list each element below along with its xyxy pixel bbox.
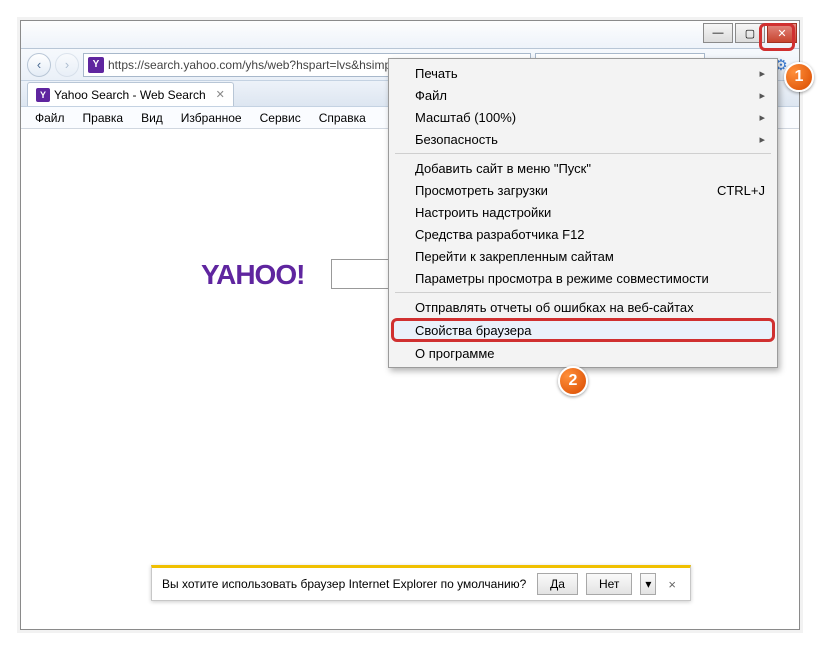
menu-file[interactable]: Файл [27,109,73,127]
menu-item-label: Файл [415,88,447,103]
menu-item-label: Параметры просмотра в режиме совместимос… [415,271,709,286]
menu-item[interactable]: Настроить надстройки [391,201,775,223]
menu-item[interactable]: Добавить сайт в меню "Пуск" [391,157,775,179]
prompt-no-button[interactable]: Нет [586,573,632,595]
menu-separator [395,292,771,293]
menu-item[interactable]: Безопасность [391,128,775,150]
menu-item[interactable]: О программе [391,342,775,364]
forward-button[interactable]: › [55,53,79,77]
titlebar: — ▢ ✕ [21,21,799,49]
menu-tools[interactable]: Сервис [252,109,309,127]
menu-item[interactable]: Файл [391,84,775,106]
tab-active[interactable]: Y Yahoo Search - Web Search ✕ [27,82,234,106]
menu-edit[interactable]: Правка [75,109,132,127]
menu-help[interactable]: Справка [311,109,374,127]
prompt-yes-button[interactable]: Да [537,573,578,595]
callout-badge-2: 2 [558,366,588,396]
menu-item[interactable]: Параметры просмотра в режиме совместимос… [391,267,775,289]
yahoo-logo: YAHOO! [201,259,304,291]
menu-item-label: Средства разработчика F12 [415,227,585,242]
menu-item-label: Добавить сайт в меню "Пуск" [415,161,591,176]
menu-item-label: Отправлять отчеты об ошибках на веб-сайт… [415,300,694,315]
menu-item-label: О программе [415,346,495,361]
menu-item-label: Настроить надстройки [415,205,551,220]
menu-item[interactable]: Печать [391,62,775,84]
menu-item-label: Масштаб (100%) [415,110,516,125]
callout-badge-1: 1 [784,62,814,92]
prompt-message: Вы хотите использовать браузер Internet … [162,577,529,591]
prompt-dropdown-button[interactable]: ▾ [640,573,656,595]
menu-item[interactable]: Отправлять отчеты об ошибках на веб-сайт… [391,296,775,318]
minimize-button[interactable]: — [703,23,733,43]
menu-item-label: Просмотреть загрузки [415,183,548,198]
menu-item-label: Печать [415,66,458,81]
tab-close-icon[interactable]: ✕ [216,88,225,101]
menu-item[interactable]: Масштаб (100%) [391,106,775,128]
menu-item-label: Свойства браузера [415,323,531,338]
menu-item[interactable]: Средства разработчика F12 [391,223,775,245]
site-favicon: Y [88,57,104,73]
prompt-close-icon[interactable]: × [664,577,680,592]
menu-item-label: Безопасность [415,132,498,147]
menu-separator [395,153,771,154]
back-button[interactable]: ‹ [27,53,51,77]
menu-item-label: Перейти к закрепленным сайтам [415,249,614,264]
menu-item[interactable]: Перейти к закрепленным сайтам [391,245,775,267]
menu-item-shortcut: CTRL+J [717,183,765,198]
tools-menu: Печать Файл Масштаб (100%) Безопасность Доба… [388,58,778,368]
menu-item[interactable]: Просмотреть загрузки CTRL+J [391,179,775,201]
menu-favorites[interactable]: Избранное [173,109,250,127]
callout-highlight-1 [759,23,795,51]
menu-item[interactable]: Свойства браузера [391,318,775,342]
tab-title: Yahoo Search - Web Search [54,88,206,102]
default-browser-prompt: Вы хотите использовать браузер Internet … [151,565,691,601]
menu-view[interactable]: Вид [133,109,171,127]
tab-favicon: Y [36,88,50,102]
